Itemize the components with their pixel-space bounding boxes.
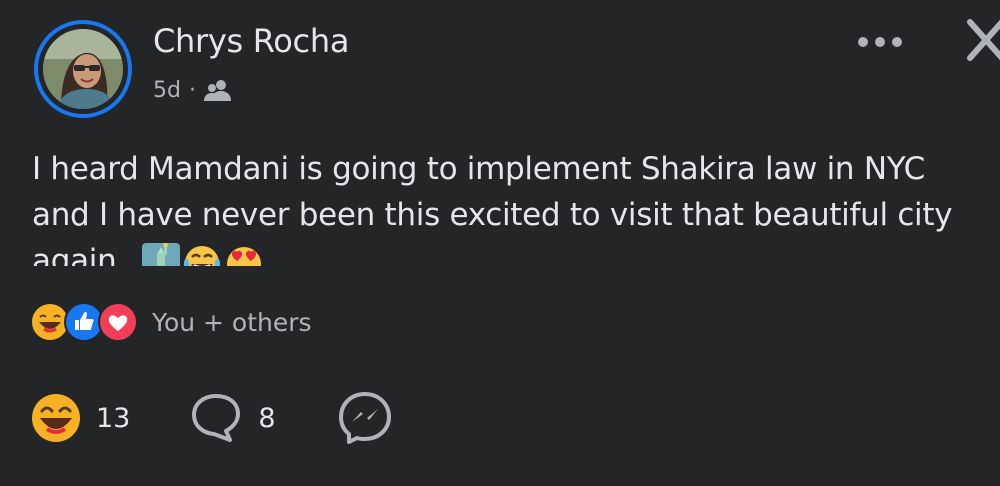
- post-timestamp[interactable]: 5d: [153, 78, 181, 103]
- friends-icon[interactable]: [203, 79, 232, 103]
- post-meta: 5d ·: [153, 78, 232, 103]
- avatar[interactable]: [43, 29, 123, 109]
- react-button[interactable]: 13: [30, 392, 130, 444]
- more-options-icon: [858, 37, 902, 47]
- reactions-summary-text[interactable]: You + others: [152, 308, 312, 337]
- action-bar: 13 8: [30, 388, 394, 448]
- close-button[interactable]: [962, 16, 1000, 64]
- reaction-icons: [30, 302, 138, 342]
- tears-of-joy-emoji: [183, 245, 220, 266]
- meta-separator: ·: [188, 78, 196, 103]
- avatar-photo: [43, 29, 123, 109]
- reactions-summary-row[interactable]: You + others: [30, 302, 312, 342]
- statue-of-liberty-emoji: [141, 242, 180, 266]
- reaction-count: 13: [96, 402, 131, 434]
- haha-icon: [32, 394, 80, 442]
- love-reaction-icon: [98, 302, 138, 342]
- close-icon: [967, 19, 1000, 61]
- avatar-ring[interactable]: [34, 20, 132, 118]
- comment-icon: [192, 394, 241, 442]
- post-card: Chrys Rocha 5d · I heard Mamdani is goin…: [0, 0, 1000, 486]
- comment-button[interactable]: 8: [188, 391, 276, 445]
- messenger-icon: [338, 392, 391, 444]
- share-button[interactable]: [336, 389, 394, 447]
- more-options-button[interactable]: [854, 28, 906, 56]
- post-body-emojis: [141, 242, 264, 266]
- heart-eyes-emoji: [226, 246, 261, 266]
- author-name[interactable]: Chrys Rocha: [153, 22, 349, 60]
- post-body: I heard Mamdani is going to implement Sh…: [32, 146, 982, 266]
- comment-count: 8: [258, 402, 276, 434]
